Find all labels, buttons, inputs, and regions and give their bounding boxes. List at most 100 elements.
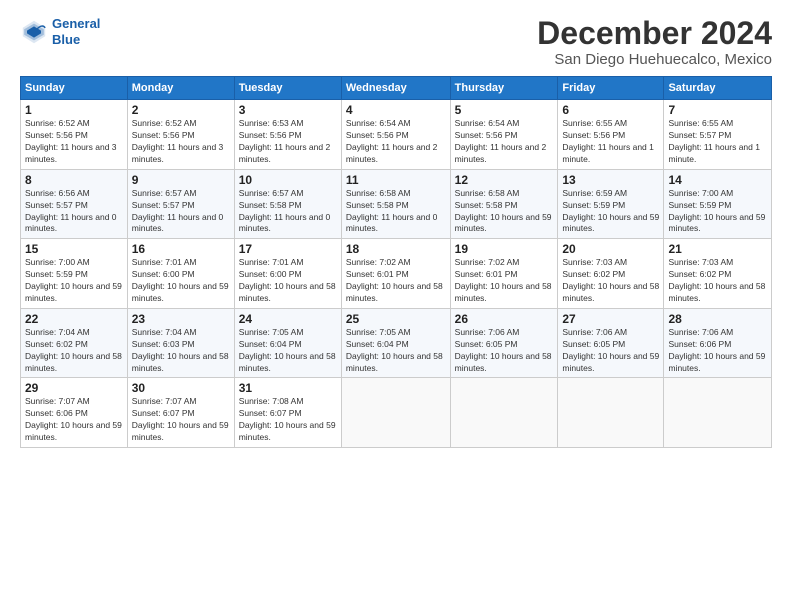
day-info: Sunrise: 7:06 AM Sunset: 6:05 PM Dayligh…	[562, 327, 659, 375]
day-number: 5	[455, 103, 554, 117]
day-info: Sunrise: 7:01 AM Sunset: 6:00 PM Dayligh…	[239, 257, 337, 305]
calendar-cell: 25Sunrise: 7:05 AM Sunset: 6:04 PM Dayli…	[341, 308, 450, 378]
calendar-cell: 27Sunrise: 7:06 AM Sunset: 6:05 PM Dayli…	[558, 308, 664, 378]
day-number: 22	[25, 312, 123, 326]
day-number: 11	[346, 173, 446, 187]
day-number: 14	[668, 173, 767, 187]
day-number: 9	[132, 173, 230, 187]
header-row: SundayMondayTuesdayWednesdayThursdayFrid…	[21, 77, 772, 100]
calendar-header: SundayMondayTuesdayWednesdayThursdayFrid…	[21, 77, 772, 100]
day-number: 8	[25, 173, 123, 187]
logo-text: General Blue	[52, 16, 100, 47]
calendar-cell: 9Sunrise: 6:57 AM Sunset: 5:57 PM Daylig…	[127, 169, 234, 239]
page: General Blue December 2024 San Diego Hue…	[0, 0, 792, 612]
day-info: Sunrise: 6:54 AM Sunset: 5:56 PM Dayligh…	[455, 118, 554, 166]
day-number: 10	[239, 173, 337, 187]
day-number: 20	[562, 242, 659, 256]
calendar-cell: 28Sunrise: 7:06 AM Sunset: 6:06 PM Dayli…	[664, 308, 772, 378]
day-info: Sunrise: 7:00 AM Sunset: 5:59 PM Dayligh…	[668, 188, 767, 236]
calendar-cell: 31Sunrise: 7:08 AM Sunset: 6:07 PM Dayli…	[234, 378, 341, 448]
day-info: Sunrise: 7:00 AM Sunset: 5:59 PM Dayligh…	[25, 257, 123, 305]
calendar-cell: 2Sunrise: 6:52 AM Sunset: 5:56 PM Daylig…	[127, 100, 234, 170]
day-info: Sunrise: 6:54 AM Sunset: 5:56 PM Dayligh…	[346, 118, 446, 166]
calendar-cell: 19Sunrise: 7:02 AM Sunset: 6:01 PM Dayli…	[450, 239, 558, 309]
day-info: Sunrise: 6:59 AM Sunset: 5:59 PM Dayligh…	[562, 188, 659, 236]
day-number: 13	[562, 173, 659, 187]
calendar-cell: 22Sunrise: 7:04 AM Sunset: 6:02 PM Dayli…	[21, 308, 128, 378]
day-info: Sunrise: 7:07 AM Sunset: 6:07 PM Dayligh…	[132, 396, 230, 444]
calendar-body: 1Sunrise: 6:52 AM Sunset: 5:56 PM Daylig…	[21, 100, 772, 448]
calendar-title: December 2024	[537, 16, 772, 51]
col-header-tuesday: Tuesday	[234, 77, 341, 100]
calendar-cell: 13Sunrise: 6:59 AM Sunset: 5:59 PM Dayli…	[558, 169, 664, 239]
day-number: 18	[346, 242, 446, 256]
col-header-saturday: Saturday	[664, 77, 772, 100]
calendar-cell: 3Sunrise: 6:53 AM Sunset: 5:56 PM Daylig…	[234, 100, 341, 170]
col-header-monday: Monday	[127, 77, 234, 100]
calendar-cell: 30Sunrise: 7:07 AM Sunset: 6:07 PM Dayli…	[127, 378, 234, 448]
day-number: 21	[668, 242, 767, 256]
day-number: 26	[455, 312, 554, 326]
day-number: 2	[132, 103, 230, 117]
day-info: Sunrise: 6:58 AM Sunset: 5:58 PM Dayligh…	[455, 188, 554, 236]
day-number: 29	[25, 381, 123, 395]
day-info: Sunrise: 7:02 AM Sunset: 6:01 PM Dayligh…	[455, 257, 554, 305]
day-info: Sunrise: 6:55 AM Sunset: 5:56 PM Dayligh…	[562, 118, 659, 166]
day-info: Sunrise: 7:05 AM Sunset: 6:04 PM Dayligh…	[346, 327, 446, 375]
day-number: 28	[668, 312, 767, 326]
calendar-cell: 20Sunrise: 7:03 AM Sunset: 6:02 PM Dayli…	[558, 239, 664, 309]
day-number: 24	[239, 312, 337, 326]
day-info: Sunrise: 6:58 AM Sunset: 5:58 PM Dayligh…	[346, 188, 446, 236]
day-number: 6	[562, 103, 659, 117]
calendar-table: SundayMondayTuesdayWednesdayThursdayFrid…	[20, 76, 772, 448]
calendar-week-3: 15Sunrise: 7:00 AM Sunset: 5:59 PM Dayli…	[21, 239, 772, 309]
day-number: 16	[132, 242, 230, 256]
calendar-cell	[558, 378, 664, 448]
day-number: 17	[239, 242, 337, 256]
day-number: 23	[132, 312, 230, 326]
day-info: Sunrise: 7:06 AM Sunset: 6:06 PM Dayligh…	[668, 327, 767, 375]
day-number: 4	[346, 103, 446, 117]
day-info: Sunrise: 7:07 AM Sunset: 6:06 PM Dayligh…	[25, 396, 123, 444]
calendar-cell: 5Sunrise: 6:54 AM Sunset: 5:56 PM Daylig…	[450, 100, 558, 170]
calendar-cell: 24Sunrise: 7:05 AM Sunset: 6:04 PM Dayli…	[234, 308, 341, 378]
calendar-cell: 6Sunrise: 6:55 AM Sunset: 5:56 PM Daylig…	[558, 100, 664, 170]
day-info: Sunrise: 6:52 AM Sunset: 5:56 PM Dayligh…	[132, 118, 230, 166]
day-number: 30	[132, 381, 230, 395]
calendar-cell: 14Sunrise: 7:00 AM Sunset: 5:59 PM Dayli…	[664, 169, 772, 239]
day-info: Sunrise: 7:03 AM Sunset: 6:02 PM Dayligh…	[668, 257, 767, 305]
calendar-cell: 17Sunrise: 7:01 AM Sunset: 6:00 PM Dayli…	[234, 239, 341, 309]
day-number: 15	[25, 242, 123, 256]
calendar-cell	[664, 378, 772, 448]
logo: General Blue	[20, 16, 100, 47]
day-number: 25	[346, 312, 446, 326]
calendar-cell: 18Sunrise: 7:02 AM Sunset: 6:01 PM Dayli…	[341, 239, 450, 309]
calendar-cell: 23Sunrise: 7:04 AM Sunset: 6:03 PM Dayli…	[127, 308, 234, 378]
col-header-friday: Friday	[558, 77, 664, 100]
day-info: Sunrise: 7:03 AM Sunset: 6:02 PM Dayligh…	[562, 257, 659, 305]
calendar-cell: 4Sunrise: 6:54 AM Sunset: 5:56 PM Daylig…	[341, 100, 450, 170]
calendar-cell	[341, 378, 450, 448]
day-number: 12	[455, 173, 554, 187]
day-info: Sunrise: 6:52 AM Sunset: 5:56 PM Dayligh…	[25, 118, 123, 166]
day-info: Sunrise: 7:05 AM Sunset: 6:04 PM Dayligh…	[239, 327, 337, 375]
day-number: 19	[455, 242, 554, 256]
calendar-cell: 1Sunrise: 6:52 AM Sunset: 5:56 PM Daylig…	[21, 100, 128, 170]
day-info: Sunrise: 6:56 AM Sunset: 5:57 PM Dayligh…	[25, 188, 123, 236]
calendar-cell: 21Sunrise: 7:03 AM Sunset: 6:02 PM Dayli…	[664, 239, 772, 309]
calendar-cell: 29Sunrise: 7:07 AM Sunset: 6:06 PM Dayli…	[21, 378, 128, 448]
calendar-cell: 11Sunrise: 6:58 AM Sunset: 5:58 PM Dayli…	[341, 169, 450, 239]
col-header-sunday: Sunday	[21, 77, 128, 100]
day-info: Sunrise: 7:08 AM Sunset: 6:07 PM Dayligh…	[239, 396, 337, 444]
day-info: Sunrise: 7:02 AM Sunset: 6:01 PM Dayligh…	[346, 257, 446, 305]
title-block: December 2024 San Diego Huehuecalco, Mex…	[537, 16, 772, 68]
calendar-cell: 12Sunrise: 6:58 AM Sunset: 5:58 PM Dayli…	[450, 169, 558, 239]
calendar-cell	[450, 378, 558, 448]
day-info: Sunrise: 7:04 AM Sunset: 6:02 PM Dayligh…	[25, 327, 123, 375]
day-info: Sunrise: 6:53 AM Sunset: 5:56 PM Dayligh…	[239, 118, 337, 166]
calendar-week-2: 8Sunrise: 6:56 AM Sunset: 5:57 PM Daylig…	[21, 169, 772, 239]
calendar-cell: 7Sunrise: 6:55 AM Sunset: 5:57 PM Daylig…	[664, 100, 772, 170]
col-header-thursday: Thursday	[450, 77, 558, 100]
day-info: Sunrise: 7:04 AM Sunset: 6:03 PM Dayligh…	[132, 327, 230, 375]
calendar-week-1: 1Sunrise: 6:52 AM Sunset: 5:56 PM Daylig…	[21, 100, 772, 170]
